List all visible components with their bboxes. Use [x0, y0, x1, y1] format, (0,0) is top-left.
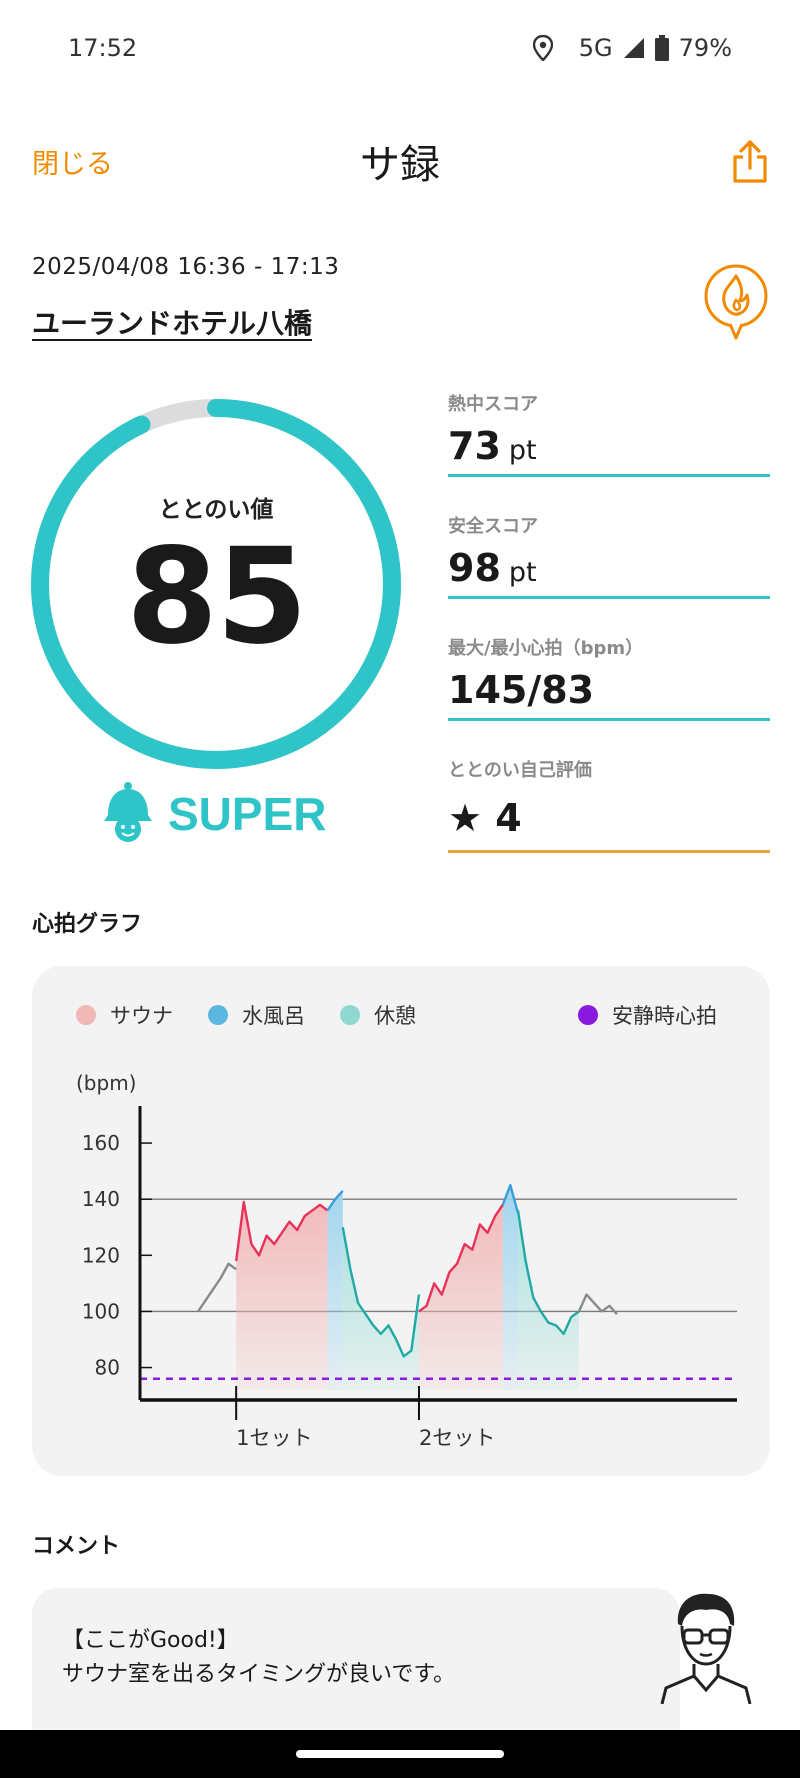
location-icon — [532, 35, 553, 61]
session-datetime: 2025/04/08 16:36 - 17:13 — [32, 254, 340, 280]
status-time: 17:52 — [68, 34, 138, 62]
rest-area — [517, 1210, 579, 1390]
metric-underline — [448, 474, 770, 477]
rest-area — [342, 1227, 419, 1390]
legend-dot — [340, 1005, 360, 1025]
share-icon[interactable] — [730, 138, 770, 184]
facility-link[interactable]: ユーランドホテル八橋 — [32, 302, 312, 342]
legend-dot — [76, 1005, 96, 1025]
battery-percent: 79% — [678, 34, 732, 62]
page-title: サ録 — [360, 142, 440, 188]
legend-label: サウナ — [110, 1004, 173, 1028]
rank-badge: SUPER — [102, 782, 326, 846]
bell-mascot-icon — [102, 781, 154, 847]
advisor-avatar — [656, 1584, 756, 1705]
comment-line: 【ここがGood!】 — [62, 1628, 239, 1653]
y-tick-label: 100 — [82, 1299, 120, 1323]
pre-line — [197, 1262, 237, 1313]
y-tick-label: 80 — [95, 1356, 120, 1380]
metric-underline — [448, 718, 770, 721]
rank-label: SUPER — [168, 788, 327, 840]
legend-resting-hr: 安静時心拍 — [578, 1000, 717, 1030]
status-icons: 5G 79% — [532, 34, 732, 62]
y-tick-label: 120 — [82, 1243, 120, 1267]
comment-line: サウナ室を出るタイミングが良いです。 — [62, 1662, 456, 1687]
heart-rate-chart: (bpm) 80 100 120 140 160 1セット 2セット — [76, 1071, 737, 1450]
status-bar: 17:52 5G 79% — [0, 0, 800, 100]
gauge-label: ととのい値 — [158, 497, 274, 523]
metric-label: ととのい自己評価 — [448, 760, 592, 781]
metric-unit: pt — [508, 435, 537, 466]
metric-self-rating[interactable]: ととのい自己評価 ★ 4 — [448, 756, 770, 853]
legend-dot — [208, 1005, 228, 1025]
legend-label: 安静時心拍 — [612, 1004, 717, 1028]
cold-area — [502, 1185, 518, 1390]
legend-cold-bath: 水風呂 — [208, 1000, 305, 1030]
nav-bar: 閉じる サ録 — [0, 120, 800, 200]
comment-title: コメント — [32, 1534, 121, 1559]
gauge-value: 85 — [126, 520, 308, 674]
comment-text: 【ここがGood!】 サウナ室を出るタイミングが良いです。 — [62, 1624, 455, 1692]
heart-graph-title: 心拍グラフ — [32, 912, 143, 937]
metric-value: 73 — [448, 424, 501, 468]
fire-badge-icon[interactable] — [700, 262, 772, 346]
metric-label: 最大/最小心拍（bpm） — [448, 638, 644, 659]
star-rating: ★ 4 — [448, 796, 522, 840]
metric-safety-score: 安全スコア 98 pt — [448, 512, 770, 599]
metric-heat-score: 熱中スコア 73 pt — [448, 390, 770, 477]
legend-label: 休憩 — [374, 1004, 416, 1028]
signal-icon — [623, 37, 645, 59]
metric-label: 安全スコア — [448, 516, 538, 537]
metric-underline — [448, 850, 770, 853]
home-indicator[interactable] — [296, 1750, 504, 1758]
sauna-area — [418, 1204, 503, 1390]
metric-underline — [448, 596, 770, 599]
metric-unit: pt — [508, 557, 537, 588]
y-axis-label: (bpm) — [76, 1071, 136, 1095]
metric-value: 98 — [448, 546, 501, 590]
metric-label: 熱中スコア — [448, 394, 538, 415]
y-tick-label: 160 — [82, 1131, 120, 1155]
battery-icon — [654, 35, 669, 61]
network-label: 5G — [578, 34, 613, 62]
set-label: 1セット — [236, 1426, 312, 1450]
metric-value: 145/83 — [448, 668, 595, 712]
metric-heart-rate: 最大/最小心拍（bpm） 145/83 — [448, 634, 770, 721]
legend-dot — [578, 1005, 598, 1025]
y-tick-label: 140 — [82, 1187, 120, 1211]
cold-area — [327, 1190, 343, 1390]
set-label: 2セット — [419, 1426, 495, 1450]
legend-label: 水風呂 — [242, 1004, 305, 1028]
close-button[interactable]: 閉じる — [32, 142, 113, 181]
legend-sauna: サウナ — [76, 1000, 173, 1030]
legend-rest: 休憩 — [340, 1000, 416, 1030]
